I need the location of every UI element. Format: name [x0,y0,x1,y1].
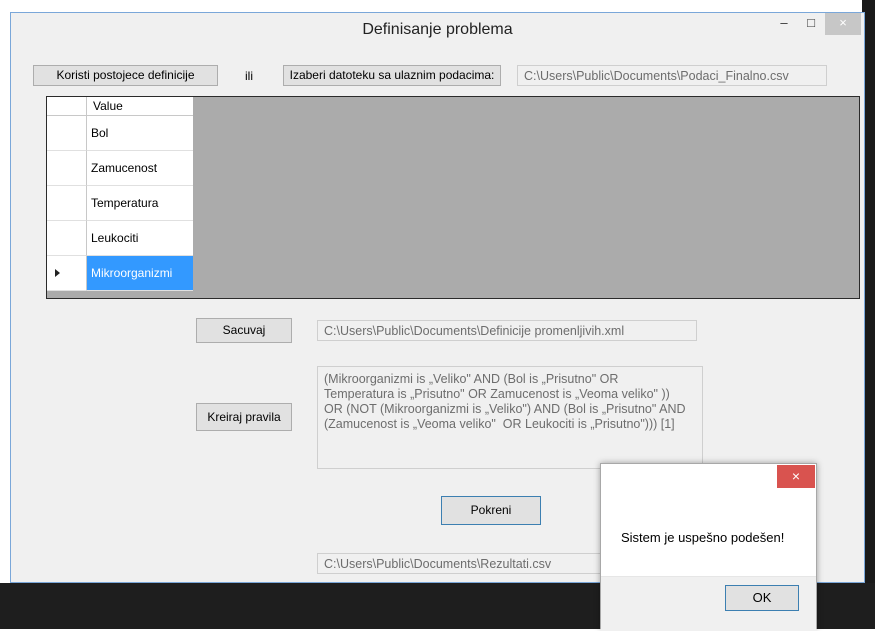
dialog-message: Sistem je uspešno podešen! [621,530,785,545]
or-label: ili [245,69,253,83]
grid-cell[interactable]: Bol [87,116,193,151]
grid-row-header[interactable] [47,116,87,151]
dialog-footer: OK [601,576,816,631]
save-button[interactable]: Sacuvaj [196,318,292,343]
maximize-button[interactable]: □ [798,13,824,35]
grid-row-header[interactable] [47,151,87,186]
grid-cell[interactable]: Zamucenost [87,151,193,186]
message-dialog: × Sistem je uspešno podešen! OK [600,463,817,631]
minimize-button[interactable]: – [771,13,797,35]
run-button[interactable]: Pokreni [441,496,541,525]
result-path-field[interactable]: C:\Users\Public\Documents\Rezultati.csv [317,553,607,574]
grid-cell[interactable]: Leukociti [87,221,193,256]
choose-input-file-button[interactable]: Izaberi datoteku sa ulaznim podacima: [283,65,501,86]
grid-column-header[interactable]: Value [87,97,193,116]
desktop-top-strip [0,0,875,12]
grid-corner [47,97,87,116]
rules-textarea[interactable]: (Mikroorganizmi is „Veliko" AND (Bol is … [317,366,703,469]
use-existing-definitions-button[interactable]: Koristi postojece definicije [33,65,218,86]
dialog-close-button[interactable]: × [777,465,815,488]
grid-cell[interactable]: Temperatura [87,186,193,221]
input-file-path-field[interactable]: C:\Users\Public\Documents\Podaci_Finalno… [517,65,827,86]
close-button[interactable]: × [825,13,861,35]
current-row-arrow-icon [55,269,60,277]
definitions-path-field[interactable]: C:\Users\Public\Documents\Definicije pro… [317,320,697,341]
grid-row-header-current[interactable] [47,256,87,291]
title-bar: Definisanje problema – □ × [11,13,864,47]
window-title: Definisanje problema [362,21,513,38]
data-grid[interactable]: Value Bol Zamucenost Temperatura Leukoci… [46,96,860,299]
create-rules-button[interactable]: Kreiraj pravila [196,403,292,431]
grid-cell-selected[interactable]: Mikroorganizmi [87,256,193,291]
grid-row-header[interactable] [47,186,87,221]
grid-row-header[interactable] [47,221,87,256]
dialog-ok-button[interactable]: OK [725,585,799,611]
